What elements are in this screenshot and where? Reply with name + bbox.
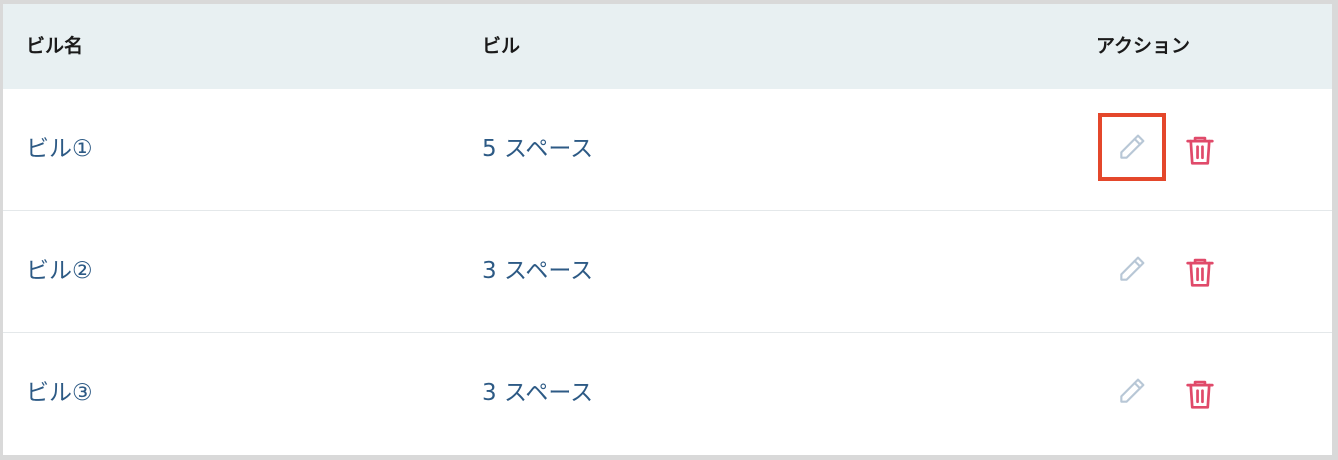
edit-button[interactable] xyxy=(1098,113,1166,181)
pencil-icon xyxy=(1120,378,1145,403)
edit-button[interactable] xyxy=(1098,235,1166,303)
header-building-name: ビル名 xyxy=(26,35,84,57)
building-spaces-link[interactable]: 3 スペース xyxy=(482,211,593,332)
header-actions: アクション xyxy=(1096,35,1191,57)
delete-button[interactable] xyxy=(1183,378,1217,412)
trash-icon xyxy=(1186,136,1214,165)
building-name-link[interactable]: ビル③ xyxy=(26,333,93,454)
table-row: ビル① 5 スペース xyxy=(3,89,1332,211)
delete-button[interactable] xyxy=(1183,256,1217,290)
building-table: ビル名 ビル アクション ビル① 5 スペース ビル② 3 スペース ビル③ 3… xyxy=(3,4,1332,455)
trash-icon xyxy=(1186,258,1214,287)
building-spaces-link[interactable]: 5 スペース xyxy=(482,89,593,210)
table-row: ビル② 3 スペース xyxy=(3,211,1332,333)
table-header: ビル名 ビル アクション xyxy=(3,4,1332,89)
pencil-icon xyxy=(1120,134,1145,159)
pencil-icon xyxy=(1120,256,1145,281)
trash-icon xyxy=(1186,380,1214,409)
table-row: ビル③ 3 スペース xyxy=(3,333,1332,454)
building-spaces-link[interactable]: 3 スペース xyxy=(482,333,593,454)
building-name-link[interactable]: ビル② xyxy=(26,211,93,332)
edit-button[interactable] xyxy=(1098,357,1166,425)
header-building: ビル xyxy=(482,35,521,57)
building-name-link[interactable]: ビル① xyxy=(26,89,93,210)
delete-button[interactable] xyxy=(1183,134,1217,168)
